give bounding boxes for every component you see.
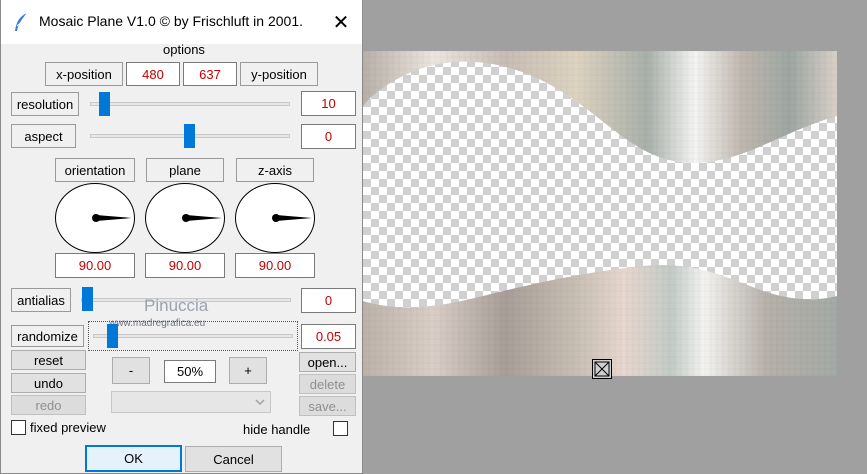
watermark-name: Pinuccia bbox=[144, 296, 209, 315]
z-axis-button[interactable]: z-axis bbox=[236, 158, 314, 182]
mosaic-plane-dialog: Mosaic Plane V1.0 © by Frischluft in 200… bbox=[0, 0, 363, 474]
feather-icon bbox=[11, 11, 33, 33]
close-button[interactable]: ✕ bbox=[321, 4, 361, 40]
aspect-slider-thumb[interactable] bbox=[184, 124, 195, 148]
redo-button[interactable]: redo bbox=[11, 395, 86, 415]
fixed-preview-checkbox[interactable] bbox=[11, 420, 26, 435]
chevron-down-icon bbox=[254, 395, 266, 412]
zoom-out-button[interactable]: - bbox=[112, 357, 150, 384]
delete-button[interactable]: delete bbox=[299, 374, 356, 394]
randomize-slider-thumb[interactable] bbox=[107, 324, 118, 348]
fixed-preview-label: fixed preview bbox=[30, 420, 106, 435]
y-position-value: 637 bbox=[199, 66, 221, 82]
plane-value: 90.00 bbox=[168, 258, 202, 273]
plus-icon: + bbox=[244, 363, 252, 378]
plane-field[interactable]: 90.00 bbox=[145, 253, 225, 278]
close-icon: ✕ bbox=[332, 11, 350, 34]
ok-label: OK bbox=[124, 451, 143, 466]
z-axis-label: z-axis bbox=[258, 162, 292, 178]
redo-label: redo bbox=[35, 397, 62, 413]
randomize-slider-track[interactable] bbox=[93, 334, 293, 338]
delete-label: delete bbox=[309, 376, 346, 392]
orientation-field[interactable]: 90.00 bbox=[55, 253, 135, 278]
randomize-field[interactable]: 0.05 bbox=[301, 324, 356, 349]
z-axis-field[interactable]: 90.00 bbox=[235, 253, 315, 278]
minus-icon: - bbox=[128, 363, 134, 378]
aspect-value: 0 bbox=[324, 129, 333, 144]
y-position-field[interactable]: 637 bbox=[183, 62, 237, 86]
mosaic-preview-graphic bbox=[363, 51, 837, 376]
save-button[interactable]: save... bbox=[299, 396, 356, 416]
dial-needle-icon bbox=[92, 214, 132, 222]
dial-needle-icon bbox=[182, 214, 222, 222]
antialias-button[interactable]: antialias bbox=[11, 288, 71, 312]
options-label: options bbox=[163, 42, 205, 57]
resolution-field[interactable]: 10 bbox=[301, 91, 356, 116]
title-bar[interactable]: Mosaic Plane V1.0 © by Frischluft in 200… bbox=[1, 0, 362, 44]
aspect-button[interactable]: aspect bbox=[11, 124, 76, 148]
zoom-field[interactable]: 50% bbox=[164, 360, 216, 383]
randomize-button[interactable]: randomize bbox=[11, 325, 84, 347]
undo-button[interactable]: undo bbox=[11, 373, 86, 393]
orientation-button[interactable]: orientation bbox=[55, 158, 135, 182]
plane-label: plane bbox=[169, 162, 201, 178]
open-button[interactable]: open... bbox=[299, 352, 356, 372]
orientation-dial[interactable] bbox=[55, 183, 135, 253]
save-label: save... bbox=[308, 398, 347, 414]
x-position-value: 480 bbox=[142, 66, 164, 82]
hide-handle-label: hide handle bbox=[243, 422, 311, 437]
z-axis-dial[interactable] bbox=[235, 183, 315, 253]
randomize-value: 0.05 bbox=[315, 329, 342, 344]
reset-label: reset bbox=[34, 352, 63, 368]
open-label: open... bbox=[307, 354, 348, 370]
resolution-slider-track[interactable] bbox=[90, 102, 290, 106]
resolution-slider-thumb[interactable] bbox=[99, 92, 110, 116]
antialias-slider-thumb[interactable] bbox=[82, 287, 93, 311]
reset-button[interactable]: reset bbox=[11, 350, 86, 370]
x-position-label: x-position bbox=[56, 66, 112, 82]
randomize-label: randomize bbox=[17, 328, 78, 344]
x-position-field[interactable]: 480 bbox=[126, 62, 180, 86]
resolution-value: 10 bbox=[321, 96, 336, 111]
y-position-button[interactable]: y-position bbox=[240, 62, 318, 86]
window-title: Mosaic Plane V1.0 © by Frischluft in 200… bbox=[39, 13, 303, 29]
zoom-in-button[interactable]: + bbox=[229, 357, 267, 384]
y-position-label: y-position bbox=[251, 66, 307, 82]
orientation-value: 90.00 bbox=[78, 258, 112, 273]
center-handle[interactable] bbox=[592, 359, 612, 379]
preset-dropdown[interactable] bbox=[111, 391, 271, 413]
z-axis-value: 90.00 bbox=[258, 258, 292, 273]
cancel-button[interactable]: Cancel bbox=[185, 446, 282, 472]
handle-icon bbox=[594, 361, 610, 377]
dial-needle-icon bbox=[272, 214, 312, 222]
antialias-field[interactable]: 0 bbox=[301, 288, 356, 313]
preview-image[interactable] bbox=[363, 51, 837, 376]
zoom-value: 50% bbox=[176, 364, 204, 379]
ok-button[interactable]: OK bbox=[85, 445, 182, 472]
aspect-label: aspect bbox=[24, 128, 63, 144]
orientation-label: orientation bbox=[64, 162, 126, 178]
plane-button[interactable]: plane bbox=[146, 158, 224, 182]
hide-handle-checkbox[interactable] bbox=[333, 421, 348, 436]
resolution-label: resolution bbox=[16, 96, 74, 112]
cancel-label: Cancel bbox=[213, 451, 254, 467]
antialias-label: antialias bbox=[17, 292, 65, 308]
aspect-field[interactable]: 0 bbox=[301, 124, 356, 149]
resolution-button[interactable]: resolution bbox=[11, 92, 79, 116]
x-position-button[interactable]: x-position bbox=[45, 62, 123, 86]
plane-dial[interactable] bbox=[145, 183, 225, 253]
antialias-value: 0 bbox=[324, 293, 333, 308]
undo-label: undo bbox=[34, 375, 63, 391]
